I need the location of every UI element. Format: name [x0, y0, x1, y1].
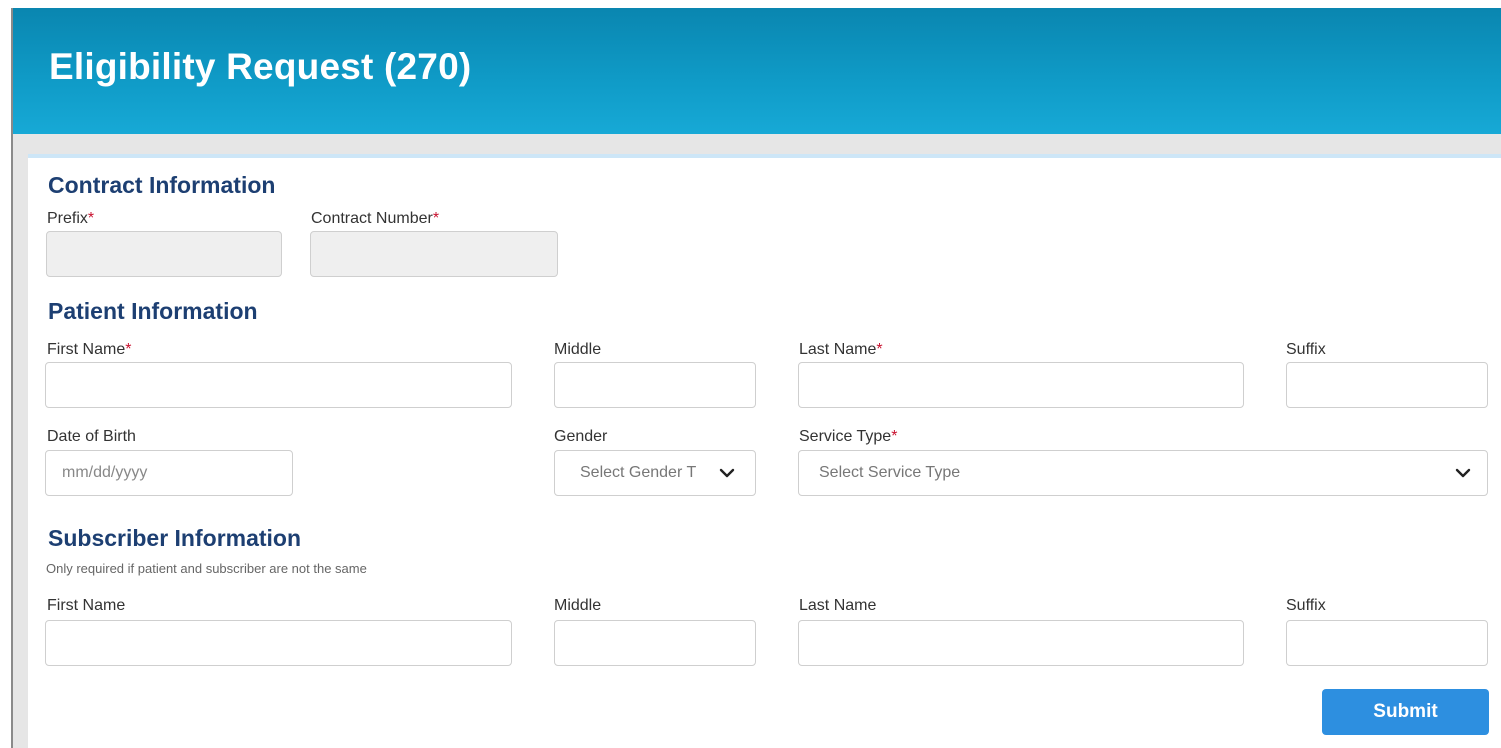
patient-first-name-label: First Name* [47, 341, 131, 359]
patient-first-name-label-text: First Name [47, 341, 126, 358]
contract-number-label-text: Contract Number [311, 210, 433, 227]
prefix-input[interactable] [46, 231, 282, 277]
chevron-down-icon [719, 468, 735, 478]
service-type-select-value: Select Service Type [819, 464, 961, 481]
header-separator [13, 134, 1501, 154]
required-marker: * [125, 341, 132, 358]
page-header: Eligibility Request (270) [13, 8, 1501, 134]
page-title: Eligibility Request (270) [49, 46, 472, 87]
patient-first-name-input[interactable] [45, 362, 512, 408]
form-left-gutter [13, 154, 28, 748]
required-marker: * [432, 210, 440, 227]
patient-last-name-input[interactable] [798, 362, 1244, 408]
subscriber-suffix-input[interactable] [1286, 620, 1488, 666]
patient-last-name-label-text: Last Name [799, 341, 877, 358]
subscriber-note: Only required if patient and subscriber … [46, 561, 367, 576]
service-type-select[interactable]: Select Service Type [798, 450, 1488, 496]
dob-label: Date of Birth [47, 428, 136, 445]
patient-suffix-label: Suffix [1286, 341, 1326, 358]
gender-select[interactable]: Select Gender T [554, 450, 756, 496]
subscriber-middle-input[interactable] [554, 620, 756, 666]
patient-section-title: Patient Information [48, 298, 258, 324]
subscriber-section-title: Subscriber Information [48, 525, 302, 551]
submit-button[interactable]: Submit [1322, 689, 1489, 735]
required-marker: * [891, 428, 898, 445]
dob-input[interactable] [45, 450, 293, 496]
chevron-down-icon [1455, 468, 1471, 478]
patient-last-name-label: Last Name* [799, 341, 883, 359]
required-marker: * [876, 341, 883, 358]
subscriber-first-name-input[interactable] [45, 620, 512, 666]
service-type-label-text: Service Type [799, 428, 892, 445]
contract-section-title: Contract Information [48, 172, 276, 198]
gender-select-value: Select Gender T [580, 464, 697, 481]
subscriber-last-name-label: Last Name [799, 597, 877, 614]
patient-middle-input[interactable] [554, 362, 756, 408]
prefix-label-text: Prefix [47, 210, 88, 227]
patient-middle-label: Middle [554, 341, 602, 358]
service-type-label: Service Type* [799, 428, 897, 446]
subscriber-last-name-input[interactable] [798, 620, 1244, 666]
subscriber-middle-label: Middle [554, 597, 602, 614]
subscriber-first-name-label: First Name [47, 597, 126, 614]
contract-number-input[interactable] [310, 231, 558, 277]
contract-number-label: Contract Number* [311, 210, 439, 228]
patient-suffix-input[interactable] [1286, 362, 1488, 408]
prefix-label: Prefix* [47, 210, 94, 228]
form-top-accent [28, 154, 1501, 158]
gender-label: Gender [554, 428, 608, 445]
subscriber-suffix-label: Suffix [1286, 597, 1326, 614]
required-marker: * [87, 210, 95, 227]
